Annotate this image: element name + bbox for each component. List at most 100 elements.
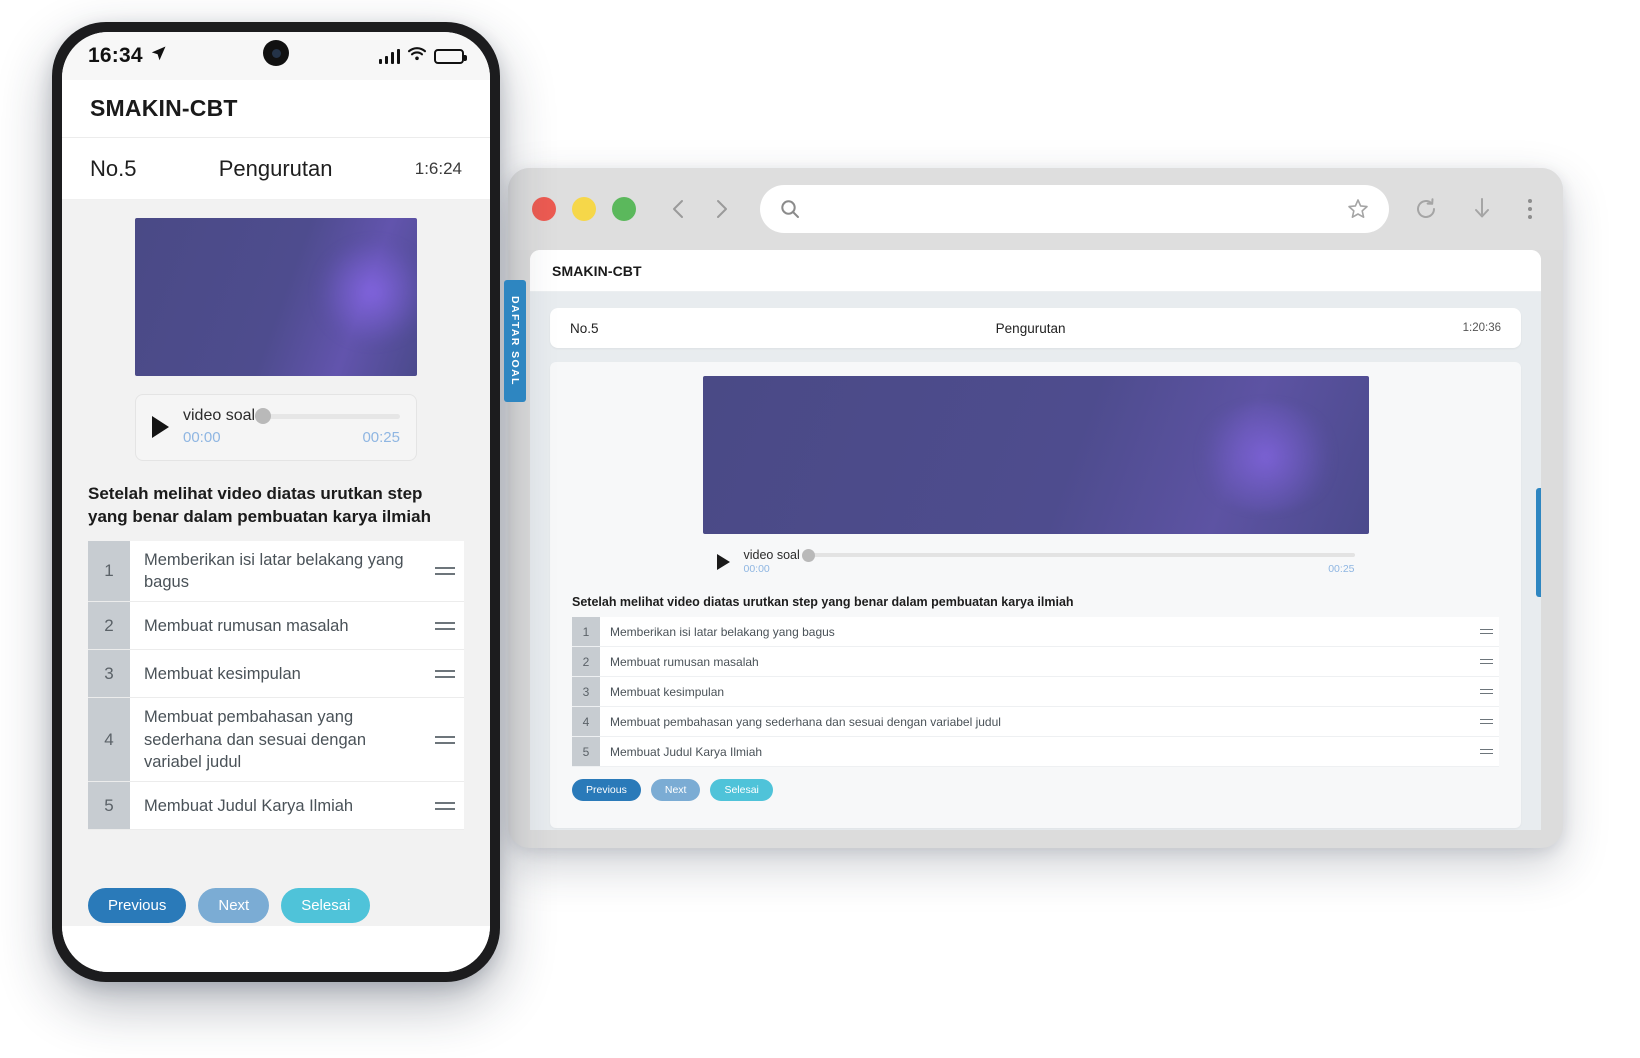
finish-button[interactable]: Selesai bbox=[281, 888, 371, 924]
list-item[interactable]: 2 Membuat rumusan masalah bbox=[572, 647, 1499, 677]
list-item[interactable]: 4 Membuat pembahasan yang sederhana dan … bbox=[572, 707, 1499, 737]
next-button[interactable]: Next bbox=[198, 888, 270, 924]
list-item[interactable]: 4 Membuat pembahasan yang sederhana dan … bbox=[88, 698, 464, 783]
kebab-menu-icon[interactable] bbox=[1523, 199, 1537, 219]
browser-viewport: SMAKIN-CBT No.5 Pengurutan 1:20:36 video… bbox=[530, 250, 1541, 830]
option-number: 5 bbox=[572, 737, 600, 766]
battery-icon bbox=[434, 48, 467, 64]
download-icon[interactable] bbox=[1467, 194, 1497, 224]
minimize-traffic-light-icon[interactable] bbox=[572, 197, 596, 221]
reload-icon[interactable] bbox=[1411, 194, 1441, 224]
finish-button[interactable]: Selesai bbox=[710, 779, 773, 801]
phone-status-bar: 16:34 bbox=[62, 32, 490, 80]
desktop-app-body: No.5 Pengurutan 1:20:36 video soal 00:00… bbox=[530, 292, 1541, 830]
option-text: Membuat rumusan masalah bbox=[144, 616, 349, 635]
desktop-question-list-tab[interactable]: DAFTAR SOAL bbox=[1536, 488, 1541, 597]
phone-media-seek-slider[interactable] bbox=[255, 408, 400, 424]
drag-handle-icon[interactable] bbox=[426, 541, 464, 602]
phone-question-list-tab[interactable]: DAFTAR SOAL bbox=[504, 280, 526, 402]
desktop-question-number: No.5 bbox=[570, 320, 599, 336]
drag-handle-icon[interactable] bbox=[426, 782, 464, 829]
option-number: 2 bbox=[572, 647, 600, 676]
option-number: 5 bbox=[88, 782, 130, 830]
desktop-seek-knob[interactable] bbox=[801, 548, 815, 562]
option-text: Membuat kesimpulan bbox=[144, 664, 301, 683]
option-text: Memberikan isi latar belakang yang bagus bbox=[610, 624, 835, 639]
phone-seek-knob[interactable] bbox=[255, 408, 272, 424]
drag-handle-icon[interactable] bbox=[426, 650, 464, 697]
desktop-media-seek-slider[interactable] bbox=[801, 548, 1355, 562]
option-number: 3 bbox=[572, 677, 600, 706]
phone-screen: 16:34 SMAKIN-CBT No.5 Pengurutan 1:6:24 … bbox=[62, 32, 490, 972]
close-traffic-light-icon[interactable] bbox=[532, 197, 556, 221]
drag-handle-icon[interactable] bbox=[1473, 647, 1499, 676]
phone-media-player: video soal 00:00 00:25 bbox=[135, 394, 417, 461]
phone-media-times: 00:00 00:25 bbox=[183, 429, 400, 446]
option-number: 4 bbox=[88, 698, 130, 782]
phone-question-number: No.5 bbox=[90, 155, 137, 181]
desktop-button-row: Previous Next Selesai bbox=[572, 779, 1521, 801]
drag-handle-icon[interactable] bbox=[1473, 737, 1499, 766]
list-item[interactable]: 5 Membuat Judul Karya Ilmiah bbox=[572, 737, 1499, 767]
desktop-media-label: video soal bbox=[743, 548, 800, 562]
option-text: Membuat pembahasan yang sederhana dan se… bbox=[610, 714, 1001, 729]
chevron-left-icon[interactable] bbox=[666, 196, 692, 222]
list-item[interactable]: 3 Membuat kesimpulan bbox=[572, 677, 1499, 707]
option-number: 2 bbox=[88, 602, 130, 650]
phone-media-label: video soal bbox=[183, 407, 256, 424]
front-camera-icon bbox=[263, 40, 289, 66]
option-text: Membuat rumusan masalah bbox=[610, 654, 759, 669]
star-icon[interactable] bbox=[1345, 196, 1371, 222]
desktop-video-frame[interactable] bbox=[702, 376, 1369, 534]
list-item[interactable]: 3 Membuat kesimpulan bbox=[88, 650, 464, 699]
phone-app-header: SMAKIN-CBT bbox=[62, 80, 490, 138]
previous-button[interactable]: Previous bbox=[88, 888, 187, 924]
drag-handle-icon[interactable] bbox=[1473, 707, 1499, 736]
desktop-app-header: SMAKIN-CBT bbox=[530, 250, 1541, 292]
cellular-signal-icon bbox=[378, 48, 400, 64]
screenshot-stage: SMAKIN-CBT No.5 Pengurutan 1:20:36 video… bbox=[0, 0, 1640, 1058]
desktop-seek-track bbox=[801, 553, 1355, 557]
desktop-media-top-row: video soal bbox=[744, 548, 1355, 562]
drag-handle-icon[interactable] bbox=[1473, 617, 1499, 646]
desktop-media-duration: 00:25 bbox=[1328, 563, 1355, 575]
desktop-question-bar: No.5 Pengurutan 1:20:36 bbox=[550, 308, 1521, 348]
desktop-question-type: Pengurutan bbox=[995, 320, 1066, 336]
next-button[interactable]: Next bbox=[650, 779, 701, 801]
list-item[interactable]: 2 Membuat rumusan masalah bbox=[88, 602, 464, 651]
option-text: Membuat pembahasan yang sederhana dan se… bbox=[144, 708, 367, 771]
app-brand-title: SMAKIN-CBT bbox=[552, 262, 642, 279]
desktop-timer: 1:20:36 bbox=[1462, 322, 1501, 334]
play-icon[interactable] bbox=[152, 415, 169, 438]
chevron-right-icon[interactable] bbox=[708, 196, 734, 222]
phone-video-frame[interactable] bbox=[135, 218, 417, 376]
desktop-media-player: video soal 00:00 00:25 bbox=[703, 542, 1369, 583]
phone-seek-track bbox=[255, 413, 400, 419]
phone-question-type: Pengurutan bbox=[218, 155, 333, 181]
option-text: Membuat kesimpulan bbox=[610, 684, 725, 699]
browser-window: SMAKIN-CBT No.5 Pengurutan 1:20:36 video… bbox=[508, 168, 1563, 848]
list-item[interactable]: 1 Memberikan isi latar belakang yang bag… bbox=[88, 540, 464, 603]
maximize-traffic-light-icon[interactable] bbox=[612, 197, 636, 221]
drag-handle-icon[interactable] bbox=[426, 602, 464, 649]
option-text: Memberikan isi latar belakang yang bagus bbox=[144, 550, 404, 592]
drag-handle-icon[interactable] bbox=[426, 698, 464, 781]
desktop-media-controls: video soal 00:00 00:25 bbox=[744, 548, 1355, 575]
desktop-media-current-time: 00:00 bbox=[743, 563, 770, 575]
desktop-question-card: video soal 00:00 00:25 Setelah melihat v… bbox=[550, 362, 1521, 828]
desktop-video-container bbox=[550, 362, 1521, 534]
status-bar-time: 16:34 bbox=[88, 44, 143, 67]
list-item[interactable]: 5 Membuat Judul Karya Ilmiah bbox=[88, 782, 464, 831]
previous-button[interactable]: Previous bbox=[572, 779, 641, 801]
option-number: 1 bbox=[88, 540, 130, 602]
status-bar-indicators bbox=[378, 46, 467, 66]
phone-media-current-time: 00:00 bbox=[183, 429, 221, 446]
address-bar[interactable] bbox=[760, 185, 1389, 233]
phone-media-top-row: video soal bbox=[183, 407, 400, 425]
drag-handle-icon[interactable] bbox=[1473, 677, 1499, 706]
list-item[interactable]: 1 Memberikan isi latar belakang yang bag… bbox=[572, 617, 1499, 647]
phone-media-controls: video soal 00:00 00:25 bbox=[183, 407, 400, 446]
toolbar-icons bbox=[1411, 194, 1537, 224]
play-icon[interactable] bbox=[716, 553, 730, 570]
phone-video-container bbox=[62, 200, 490, 376]
